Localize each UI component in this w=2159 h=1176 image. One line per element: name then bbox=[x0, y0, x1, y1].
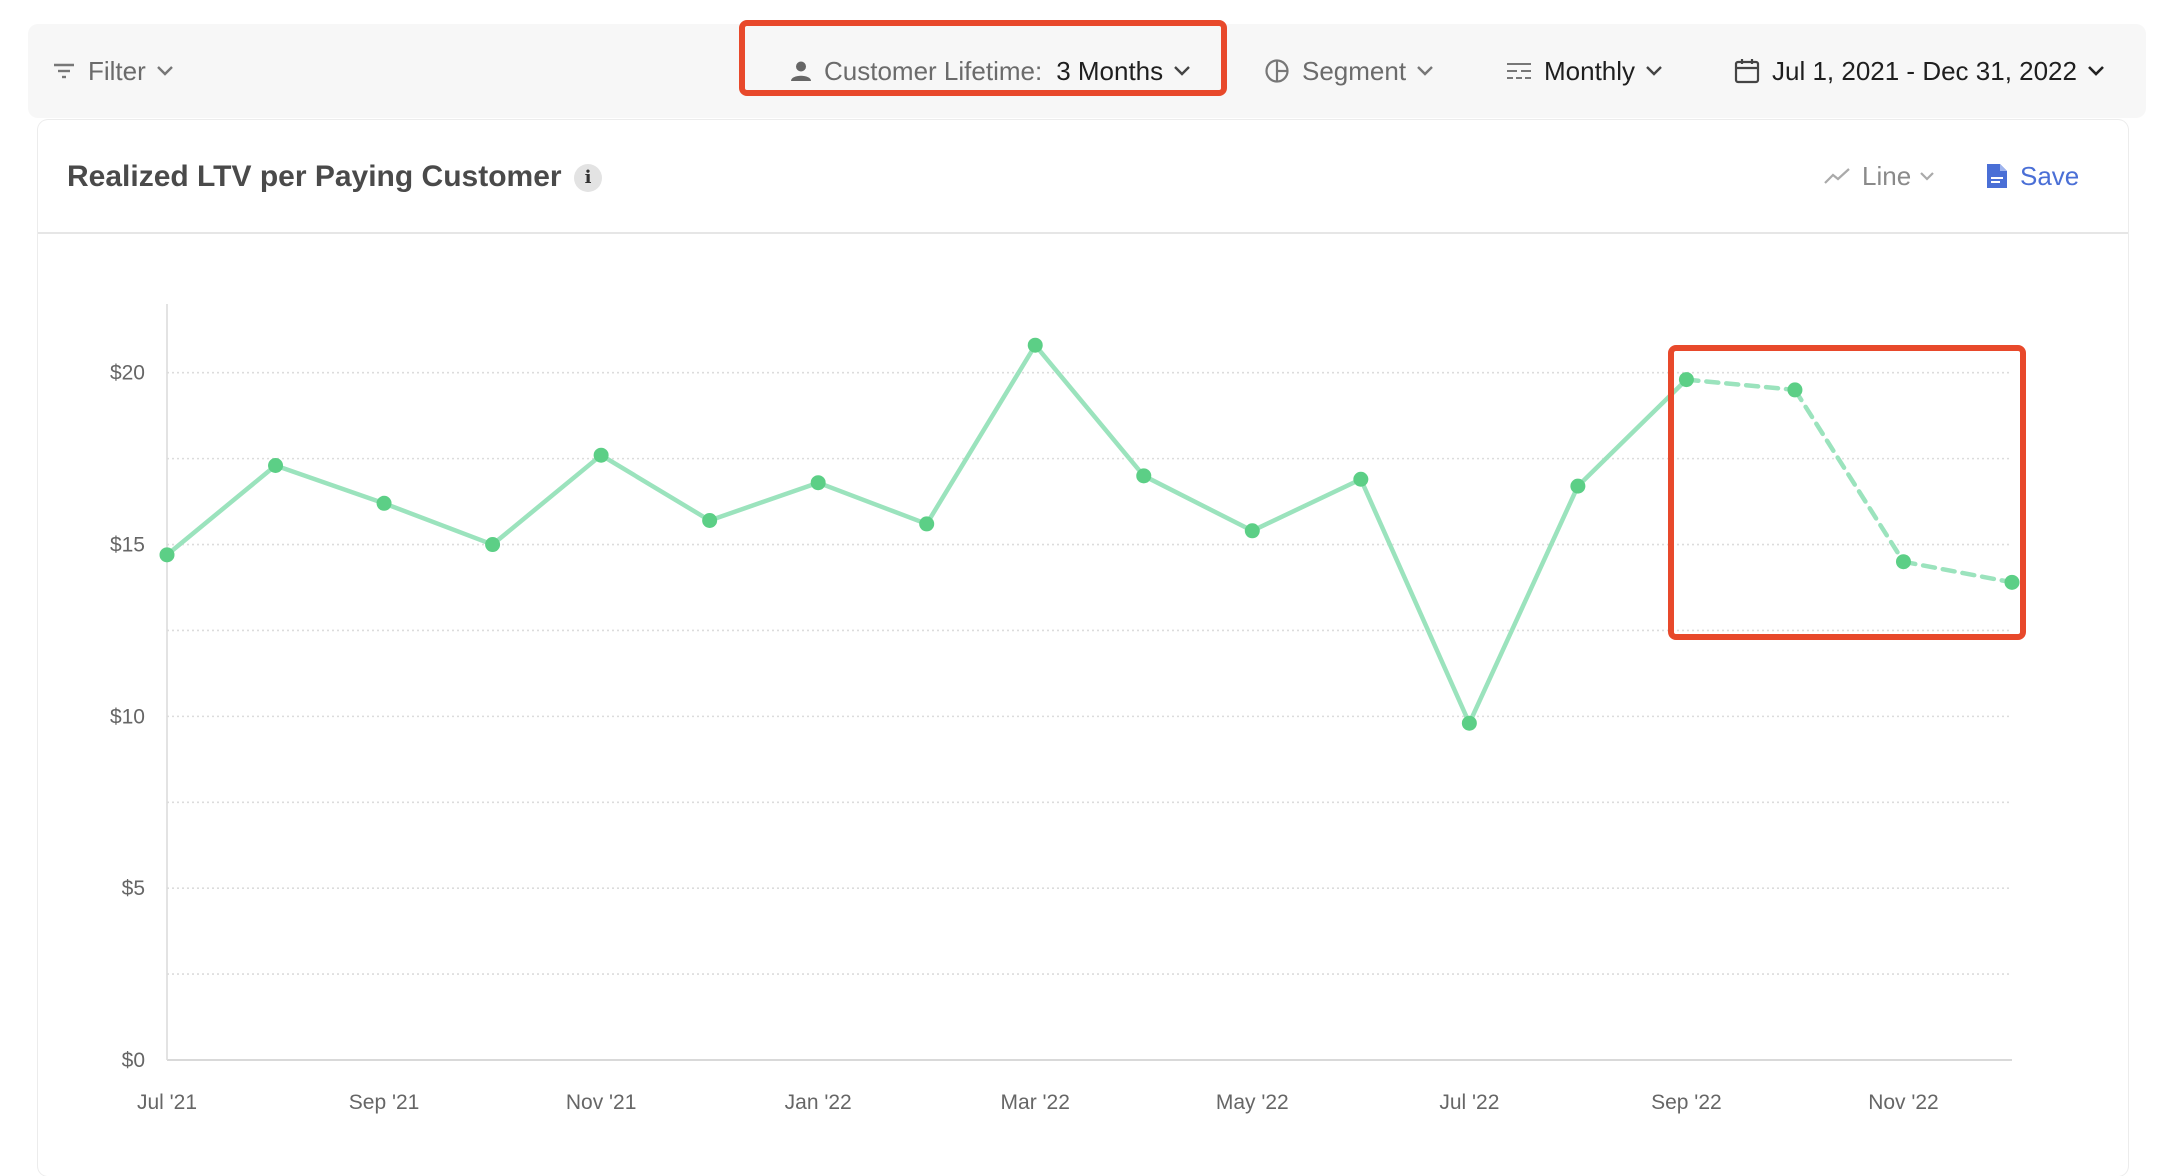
x-tick-label: Nov '21 bbox=[566, 1091, 637, 1114]
interval-icon bbox=[1506, 61, 1532, 81]
series-line-segment bbox=[1358, 477, 1472, 726]
segment-dropdown[interactable]: Segment bbox=[1264, 24, 1434, 118]
segment-icon bbox=[1264, 58, 1290, 84]
save-button[interactable]: Save bbox=[1986, 156, 2079, 196]
chevron-down-icon bbox=[1416, 65, 1434, 77]
series-line-segment bbox=[707, 480, 821, 523]
x-tick-label: Jul '22 bbox=[1439, 1091, 1499, 1114]
x-axis-ticks: Jul '21 Sep '21 Nov '21 Jan '22 Mar '22 May '… bbox=[137, 1091, 1939, 1114]
data-point bbox=[485, 537, 501, 553]
chart-type-label: Line bbox=[1862, 160, 1912, 191]
series-line-segment bbox=[273, 463, 387, 506]
x-tick-label: Jul '21 bbox=[137, 1091, 197, 1114]
data-point bbox=[593, 447, 609, 463]
filter-label: Filter bbox=[88, 55, 146, 86]
save-label: Save bbox=[2020, 160, 2080, 191]
date-range-label: Jul 1, 2021 - Dec 31, 2022 bbox=[1772, 55, 2077, 86]
chart-title: Realized LTV per Paying Customer bbox=[67, 160, 562, 193]
highlight-box-lifetime bbox=[739, 20, 1227, 96]
series-line-segment bbox=[598, 452, 712, 523]
x-tick-label: Sep '21 bbox=[349, 1091, 420, 1114]
series-line-segment bbox=[1032, 342, 1147, 479]
y-tick-label: $15 bbox=[110, 534, 145, 557]
chart-card: Realized LTV per Paying Customer i Line … bbox=[38, 120, 2128, 1176]
y-tick-label: $10 bbox=[110, 705, 145, 728]
data-point bbox=[1244, 523, 1260, 539]
chevron-down-icon bbox=[1919, 171, 1935, 182]
data-point bbox=[702, 512, 718, 528]
data-point bbox=[1136, 468, 1152, 484]
x-tick-label: Mar '22 bbox=[1001, 1091, 1070, 1114]
chevron-down-icon bbox=[1645, 65, 1663, 77]
data-point bbox=[1570, 478, 1586, 494]
data-point bbox=[376, 495, 392, 511]
series-line-segment bbox=[164, 463, 278, 558]
y-tick-label: $20 bbox=[110, 362, 145, 385]
series-line-segment bbox=[1141, 473, 1255, 534]
save-document-icon bbox=[1986, 163, 2008, 189]
data-point bbox=[1027, 337, 1043, 353]
interval-label: Monthly bbox=[1544, 55, 1636, 86]
chart-card-header: Realized LTV per Paying Customer i Line … bbox=[38, 120, 2128, 234]
chevron-down-icon bbox=[2087, 65, 2105, 77]
data-point bbox=[268, 458, 284, 474]
filter-button[interactable]: Filter bbox=[52, 24, 174, 118]
x-tick-label: Jan '22 bbox=[785, 1091, 852, 1114]
line-chart-icon bbox=[1824, 167, 1850, 185]
data-point bbox=[1353, 471, 1369, 487]
x-tick-label: Sep '22 bbox=[1651, 1091, 1722, 1114]
y-tick-label: $0 bbox=[122, 1049, 145, 1072]
info-icon[interactable]: i bbox=[574, 164, 602, 192]
y-tick-label: $5 bbox=[122, 877, 145, 900]
calendar-icon bbox=[1734, 58, 1760, 84]
data-point bbox=[1461, 715, 1477, 731]
series-line-segment bbox=[815, 480, 929, 527]
series-line-segment bbox=[381, 501, 495, 547]
y-axis-ticks: $0 $5 $10 $15 $20 bbox=[110, 362, 145, 1072]
x-tick-label: May '22 bbox=[1216, 1091, 1289, 1114]
filter-icon bbox=[52, 61, 76, 81]
data-point bbox=[810, 475, 826, 491]
data-point bbox=[919, 516, 935, 532]
date-range-picker[interactable]: Jul 1, 2021 - Dec 31, 2022 bbox=[1734, 24, 2105, 118]
highlight-box-recent-points bbox=[1668, 345, 2026, 640]
series-line-segment bbox=[1250, 477, 1364, 534]
chart-type-dropdown[interactable]: Line bbox=[1824, 156, 1935, 196]
interval-dropdown[interactable]: Monthly bbox=[1506, 24, 1663, 118]
chevron-down-icon bbox=[156, 65, 174, 77]
x-tick-label: Nov '22 bbox=[1868, 1091, 1939, 1114]
segment-label: Segment bbox=[1302, 55, 1407, 86]
series-line-segment bbox=[1467, 483, 1581, 726]
data-point bbox=[159, 547, 175, 563]
series-line-segment bbox=[490, 452, 604, 547]
